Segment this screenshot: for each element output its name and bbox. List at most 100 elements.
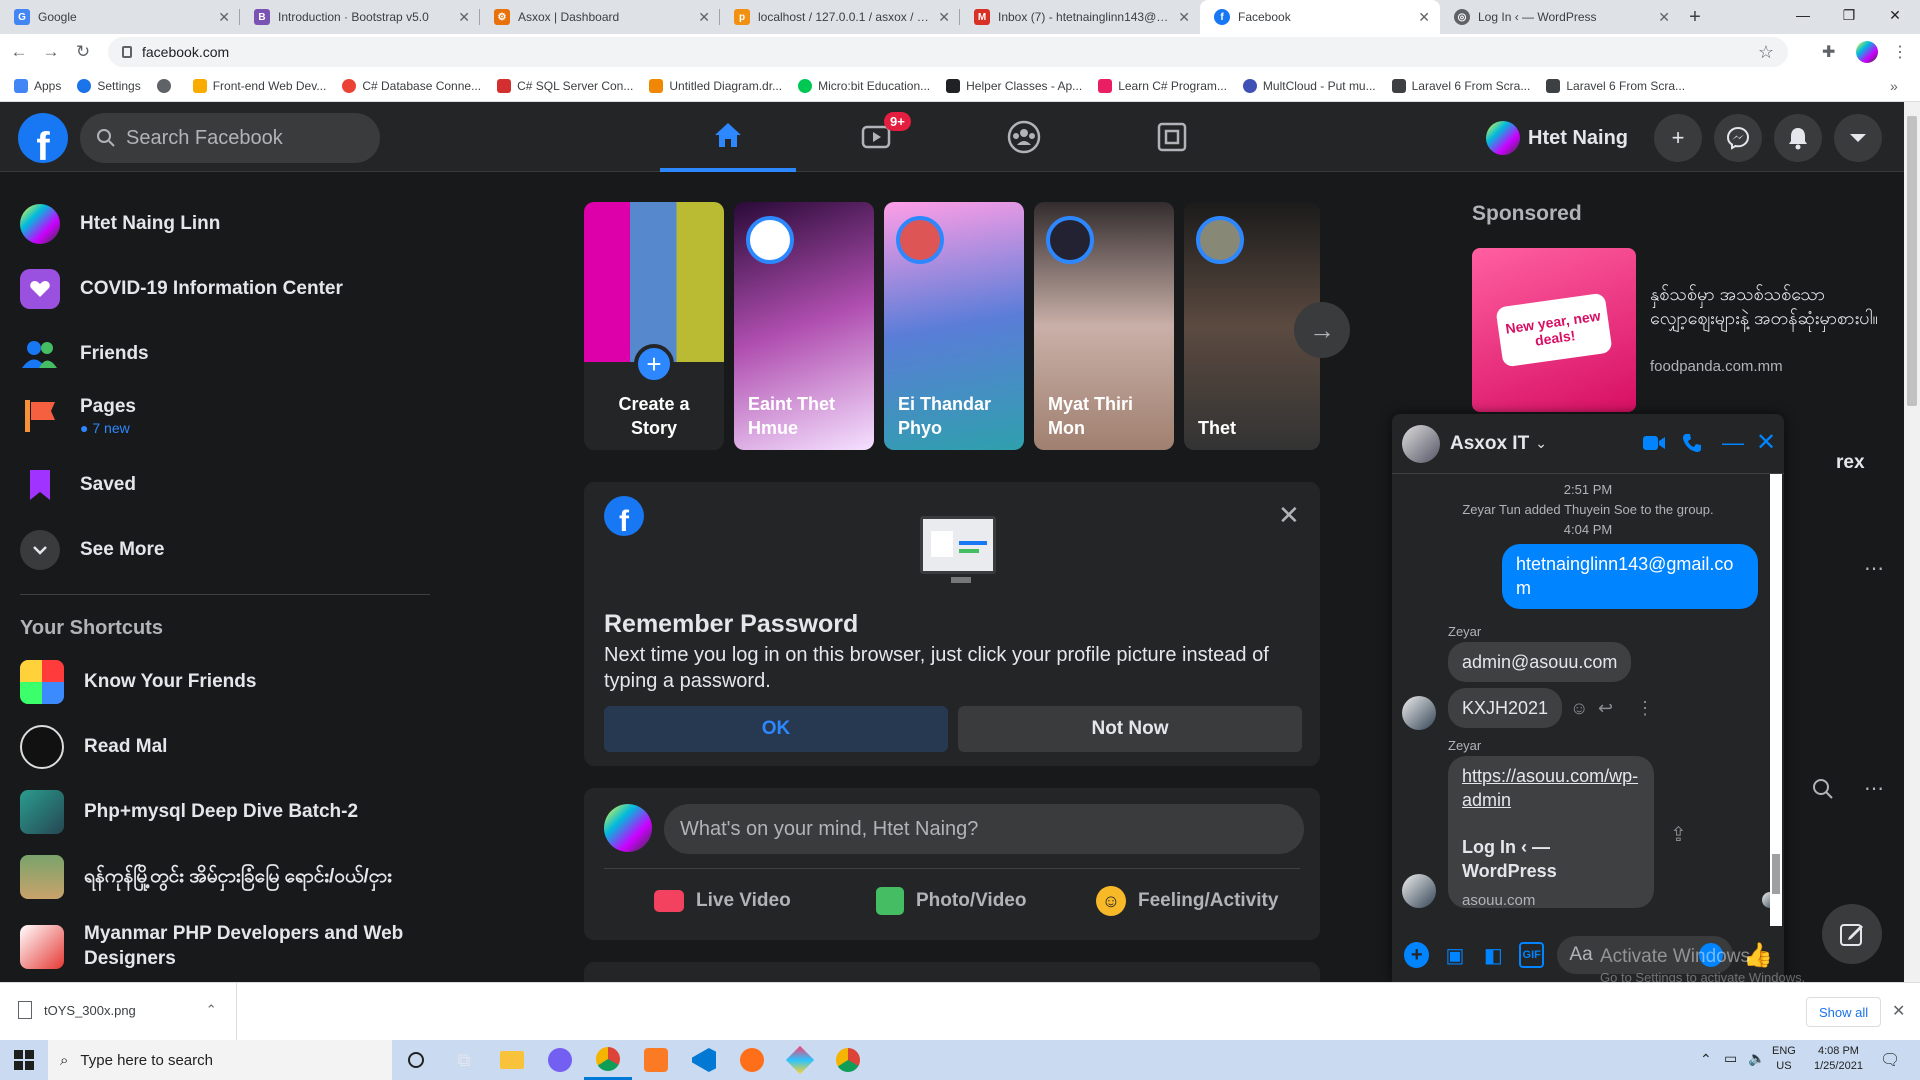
close-icon[interactable]: ✕ [1892,1001,1905,1021]
restore-window-button[interactable]: ❐ [1826,0,1872,30]
bookmark-helper-classes[interactable]: Helper Classes - Ap... [946,78,1082,93]
feeling-activity-button[interactable]: ☺ Feeling/Activity [1096,878,1278,924]
minimize-window-button[interactable]: — [1780,0,1826,30]
tab-facebook[interactable]: f Facebook ✕ [1200,0,1440,34]
close-icon[interactable]: ✕ [938,9,950,26]
bookmark-diagram[interactable]: Untitled Diagram.dr... [649,78,782,93]
bookmark-settings[interactable]: Settings [77,78,141,93]
nav-groups[interactable] [956,102,1092,172]
xampp-icon[interactable] [632,1040,680,1080]
close-chat-icon[interactable]: ✕ [1756,428,1776,457]
close-icon[interactable]: ✕ [218,9,230,26]
sidebar-item-pages[interactable]: Pages ● 7 new [20,396,136,436]
photo-video-button[interactable]: Photo/Video [876,878,1026,924]
extensions-puzzle-icon[interactable]: ✚ [1822,42,1835,62]
close-icon[interactable]: ✕ [1178,9,1190,26]
shortcut-item[interactable]: ရန်ကုန်မြို့တွင်း အိမ်ငှားခြံမြေ ရောင်း/… [20,855,420,899]
live-video-button[interactable]: Live Video [654,878,791,924]
bookmark-frontend[interactable]: Front-end Web Dev... [192,78,326,93]
chrome-icon[interactable] [584,1040,632,1080]
contacts-search-icon[interactable] [1812,778,1834,806]
sidebar-item-covid[interactable]: COVID-19 Information Center [20,269,343,309]
phone-call-icon[interactable] [1682,433,1702,453]
stories-next-arrow-icon[interactable]: → [1294,302,1350,358]
taskbar-search-box[interactable]: ⌕ Type here to search [48,1040,392,1080]
chrome-menu-icon[interactable]: ⋮ [1892,42,1908,62]
nav-home[interactable] [660,102,796,172]
file-explorer-icon[interactable] [488,1040,536,1080]
video-call-icon[interactable] [1642,434,1666,452]
story-card[interactable]: Eaint Thet Hmue [734,202,874,450]
tab-google[interactable]: G Google ✕ [0,0,240,34]
notifications-button[interactable] [1774,114,1822,162]
tab-gmail[interactable]: M Inbox (7) - htetnainglinn143@gm ✕ [960,0,1200,34]
more-vertical-icon[interactable]: ⋮ [1636,698,1654,719]
search-input[interactable]: Search Facebook [80,113,380,163]
show-all-button[interactable]: Show all [1806,997,1882,1027]
bookmark-csharp-sql[interactable]: C# SQL Server Con... [497,78,633,93]
bookmark-multcloud[interactable]: MultCloud - Put mu... [1242,78,1376,93]
add-plus-icon[interactable]: + [1404,942,1430,968]
reload-icon[interactable]: ↻ [70,42,96,62]
task-view-icon[interactable]: ⧉ [440,1040,488,1080]
close-icon[interactable]: ✕ [1418,9,1430,26]
gif-icon[interactable]: GIF [1518,942,1545,968]
facebook-logo-icon[interactable]: f [18,113,68,163]
taskbar-clock[interactable]: 4:08 PM 1/25/2021 [1814,1044,1863,1075]
messenger-button[interactable] [1714,114,1762,162]
language-indicator[interactable]: ENG US [1772,1044,1796,1075]
link-preview-bubble[interactable]: https://asouu.com/wp-admin Log In ‹ — Wo… [1448,756,1654,909]
reply-icon[interactable]: ↩ [1598,698,1613,719]
tab-phpmyadmin[interactable]: p localhost / 127.0.0.1 / asxox / orc ✕ [720,0,960,34]
chevron-up-icon[interactable]: ⌃ [206,1002,217,1018]
my-message-bubble[interactable]: htetnainglinn143@gmail.com [1502,544,1758,609]
back-arrow-icon[interactable]: ← [6,42,32,62]
contacts-more-icon[interactable]: ⋯ [1864,776,1884,801]
ad-image[interactable]: New year, new deals! [1472,248,1636,412]
photo-attach-icon[interactable]: ▣ [1442,942,1467,968]
share-icon[interactable]: ⇪ [1670,822,1687,847]
close-icon[interactable]: ✕ [1278,500,1300,531]
network-icon[interactable]: ▭ [1724,1050,1737,1067]
bookmark-history[interactable] [156,78,177,93]
page-scrollbar-thumb[interactable] [1907,116,1917,406]
chat-title[interactable]: Asxox IT [1450,433,1529,455]
page-scrollbar[interactable] [1904,102,1920,982]
chrome-profile-avatar[interactable] [1856,41,1878,63]
app-diamond-icon[interactable] [776,1040,824,1080]
close-icon[interactable]: ✕ [458,9,470,26]
minimize-chat-icon[interactable]: — [1722,430,1744,456]
new-tab-button[interactable]: + [1680,0,1710,34]
message-bubble[interactable]: admin@asouu.com [1448,642,1632,683]
shared-link[interactable]: https://asouu.com/wp-admin [1462,764,1640,813]
more-options-icon[interactable]: ⋯ [1864,556,1884,581]
nav-watch[interactable]: 9+ [808,102,944,172]
sidebar-item-profile[interactable]: Htet Naing Linn [20,204,220,244]
message-bubble[interactable]: KXJH2021 [1448,688,1563,729]
react-emoji-icon[interactable]: ☺ [1570,698,1588,719]
sidebar-see-more[interactable]: See More [20,530,164,570]
new-message-button[interactable] [1822,904,1882,964]
chrome-secondary-icon[interactable] [824,1040,872,1080]
viber-icon[interactable] [536,1040,584,1080]
story-card[interactable]: Myat Thiri Mon [1034,202,1174,450]
chevron-right-icon[interactable]: » [1890,78,1898,94]
shortcut-item[interactable]: Know Your Friends [20,660,256,704]
nav-gaming[interactable] [1104,102,1240,172]
tab-bootstrap[interactable]: B Introduction · Bootstrap v5.0 ✕ [240,0,480,34]
sublime-icon[interactable] [728,1040,776,1080]
ok-button[interactable]: OK [604,706,948,752]
forward-arrow-icon[interactable]: → [38,42,64,62]
close-icon[interactable]: ✕ [698,9,710,26]
chevron-down-icon[interactable]: ⌄ [1535,435,1547,452]
download-item[interactable]: tOYS_300x.png ⌃ [18,1001,217,1019]
windows-start-icon[interactable] [0,1040,48,1080]
bookmark-learn-csharp[interactable]: Learn C# Program... [1098,78,1227,93]
ad-text[interactable]: နှစ်သစ်မှာ အသစ်သစ်သော လျှော့ဈေးများနဲ့ အ… [1650,282,1880,331]
bookmark-laravel-2[interactable]: Laravel 6 From Scra... [1546,78,1685,93]
create-button[interactable]: + [1654,114,1702,162]
chat-scrollbar[interactable] [1770,474,1782,926]
tab-wordpress[interactable]: ◎ Log In ‹ — WordPress ✕ [1440,0,1680,34]
chat-scrollbar-thumb[interactable] [1772,854,1780,894]
shortcut-item[interactable]: Php+mysql Deep Dive Batch-2 [20,790,358,834]
